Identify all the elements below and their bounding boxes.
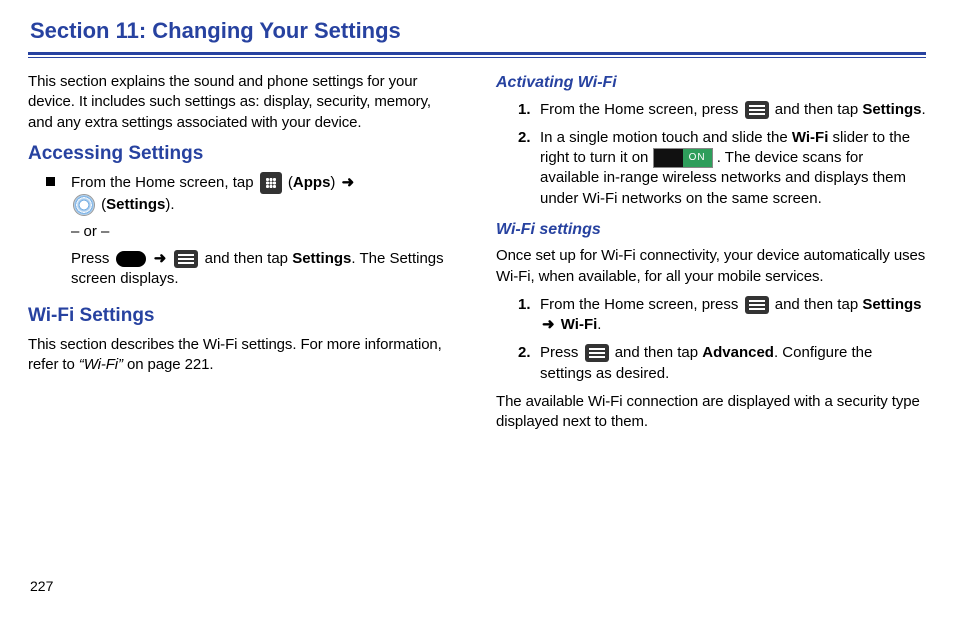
text: . [922,101,926,118]
step-body: Press and then tap Advanced. Configure t… [540,343,926,384]
heading-activating-wifi: Activating Wi-Fi [496,72,926,94]
list-item: 1. From the Home screen, press and then … [518,295,926,336]
text: Press [71,250,114,267]
heading-wifi-settings: Wi-Fi Settings [28,303,458,329]
list-item: 1. From the Home screen, press and then … [518,100,926,120]
step-number: 2. [518,343,540,384]
menu-button-icon [585,344,609,362]
settings-gear-icon [73,194,95,216]
arrow-icon: ➜ [542,316,555,333]
bullet-item-access: From the Home screen, tap (Apps) ➜ (Sett… [46,172,458,289]
text: and then tap [775,296,863,313]
alt-instruction: Press ➜ and then tap Settings. The Setti… [71,249,458,290]
text: and then tap [205,250,293,267]
text: ) [330,174,339,191]
text: From the Home screen, press [540,296,743,313]
menu-button-icon [174,250,198,268]
home-button-icon [116,251,146,267]
text: Press [540,344,583,361]
intro-paragraph: This section explains the sound and phon… [28,72,458,133]
step-body: From the Home screen, press and then tap… [540,100,926,120]
square-bullet-icon [46,177,55,186]
menu-button-icon [745,296,769,314]
left-column: This section explains the sound and phon… [28,72,458,440]
heading-accessing-settings: Accessing Settings [28,141,458,167]
or-divider: – or – [71,222,458,242]
advanced-label: Advanced [702,344,774,361]
manual-page: Section 11: Changing Your Settings This … [0,0,954,636]
text: From the Home screen, press [540,101,743,118]
two-column-layout: This section explains the sound and phon… [28,72,926,440]
text: and then tap [775,101,863,118]
settings-label: Settings [292,250,351,267]
activating-wifi-steps: 1. From the Home screen, press and then … [518,100,926,209]
list-item: 2. Press and then tap Advanced. Configur… [518,343,926,384]
step-number: 2. [518,128,540,209]
settings-label: Settings [862,101,921,118]
apps-label: Apps [293,174,331,191]
wifi-settings-outro: The available Wi-Fi connection are displ… [496,392,926,433]
bullet-body: From the Home screen, tap (Apps) ➜ (Sett… [71,172,458,289]
wifi-label: Wi-Fi [561,316,598,333]
step-number: 1. [518,295,540,336]
section-title: Section 11: Changing Your Settings [30,18,926,44]
text: From the Home screen, tap [71,174,258,191]
apps-grid-icon [260,172,282,194]
step-body: In a single motion touch and slide the W… [540,128,926,209]
wifi-reference: “Wi-Fi” [79,356,123,373]
text: ). [165,196,174,213]
right-column: Activating Wi-Fi 1. From the Home screen… [496,72,926,440]
text: . [597,316,601,333]
title-rule [28,52,926,58]
arrow-icon: ➜ [154,250,167,267]
wifi-settings-intro: Once set up for Wi-Fi connectivity, your… [496,246,926,287]
switch-on-label: ON [683,149,712,167]
settings-label: Settings [862,296,921,313]
text: and then tap [615,344,703,361]
wifi-on-switch-icon: ON [653,148,713,168]
wifi-settings-steps: 1. From the Home screen, press and then … [518,295,926,384]
wifi-intro-paragraph: This section describes the Wi-Fi setting… [28,335,458,376]
heading-wifi-settings-sub: Wi-Fi settings [496,219,926,241]
page-number: 227 [30,578,53,594]
step-body: From the Home screen, press and then tap… [540,295,926,336]
wifi-label: Wi-Fi [792,129,829,146]
menu-button-icon [745,101,769,119]
settings-label: Settings [106,196,165,213]
step-number: 1. [518,100,540,120]
list-item: 2. In a single motion touch and slide th… [518,128,926,209]
text: on page 221. [123,356,213,373]
arrow-icon: ➜ [342,174,355,191]
text: In a single motion touch and slide the [540,129,792,146]
